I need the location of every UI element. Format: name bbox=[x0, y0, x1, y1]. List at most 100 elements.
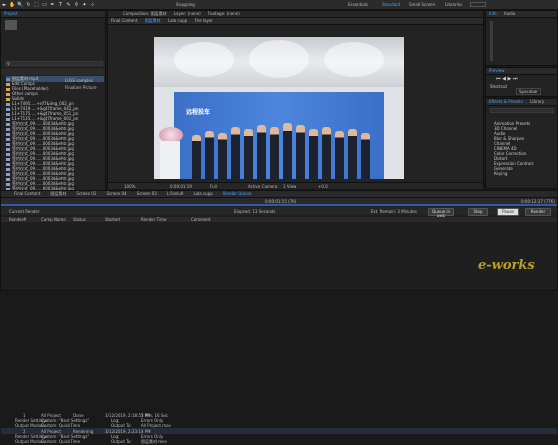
tool-3-icon[interactable]: ↻ bbox=[25, 2, 32, 8]
person bbox=[244, 129, 253, 179]
tab-comp-header-2[interactable]: Layer: (none) bbox=[174, 11, 201, 17]
tab-final-content[interactable]: Final Content bbox=[111, 18, 137, 24]
preview-tabbar: Preview bbox=[486, 68, 557, 75]
project-tabbar: Project bbox=[1, 11, 105, 18]
tab-fire-layer[interactable]: Fire layer bbox=[195, 18, 213, 24]
tool-8-icon[interactable]: ✎ bbox=[65, 2, 72, 8]
person bbox=[361, 133, 370, 179]
banner-text: 远程投车 bbox=[186, 109, 211, 116]
comp-tabbar: Final Content 图层素材 Lala cupp Fire layer bbox=[108, 18, 483, 25]
output-module-value[interactable]: Custom: QuickTime bbox=[41, 439, 80, 444]
person bbox=[335, 131, 344, 179]
playback-controls-icon[interactable]: ⏮ ◀ ▶ ⏭ bbox=[496, 76, 517, 82]
tab-main-comp[interactable]: 图层素材 bbox=[145, 18, 161, 24]
shortcut-dropdown[interactable]: Spacebar bbox=[516, 88, 541, 95]
render-progress-bar bbox=[1, 204, 557, 206]
info-panel: Info Audio bbox=[485, 10, 558, 66]
effects-category[interactable]: Keying bbox=[494, 171, 507, 176]
person bbox=[231, 127, 240, 179]
column-header[interactable]: # bbox=[23, 217, 26, 222]
thumbnail bbox=[5, 20, 17, 30]
search-help-field[interactable] bbox=[470, 2, 486, 7]
column-header[interactable]: Comp Name bbox=[41, 217, 66, 222]
tool-6-icon[interactable]: ✒ bbox=[49, 2, 56, 8]
remaining-label: Est. Remain: 3 Minutes bbox=[371, 209, 417, 214]
comp-header: Composition: 图层素材 Layer: (none) Footage:… bbox=[108, 11, 483, 18]
tool-7-icon[interactable]: T bbox=[57, 2, 64, 8]
camera-dropdown[interactable]: Active Camera bbox=[248, 183, 277, 190]
project-column-header bbox=[1, 69, 105, 75]
column-header[interactable]: Render bbox=[9, 217, 23, 222]
stop-button[interactable]: Stop bbox=[468, 208, 488, 216]
tab-comp-header-3[interactable]: Footage: (none) bbox=[208, 11, 240, 17]
tab-timeline-0[interactable]: Final Content bbox=[14, 191, 40, 197]
tab-timeline-5[interactable]: L:Fanlu9 bbox=[167, 191, 184, 197]
podium bbox=[160, 141, 180, 179]
shortcut-label: Shortcut bbox=[490, 84, 508, 89]
ceiling-drape-1 bbox=[174, 42, 234, 77]
project-mid-col: LUSS samples Finalizer Picture bbox=[57, 78, 97, 98]
timeline-tabbar: Final Content 图层素材 Screen 02 Screen 04 Scree… bbox=[1, 191, 557, 198]
ceiling-drape-2 bbox=[249, 40, 309, 78]
tab-library[interactable]: Library bbox=[530, 99, 544, 105]
tab-timeline-2[interactable]: Screen 02 bbox=[76, 191, 96, 197]
audio-meter bbox=[490, 21, 493, 61]
column-header[interactable]: Comment bbox=[191, 217, 211, 222]
person bbox=[205, 131, 214, 179]
comp-viewer-image[interactable]: 远程投车 bbox=[154, 37, 404, 179]
tab-project[interactable]: Project bbox=[4, 11, 18, 17]
top-toolbar: ► ✋ 🔍 ↻ ⬚ ▭ ✒ T ✎ ⚲ ✦ ⊹ Snapping Essentials Standar… bbox=[0, 0, 558, 10]
person bbox=[257, 125, 266, 179]
tool-1-icon[interactable]: ✋ bbox=[9, 2, 16, 8]
column-header[interactable]: Started bbox=[105, 217, 120, 222]
tab-timeline-3[interactable]: Screen 04 bbox=[107, 191, 127, 197]
watermark-logo: e-works bbox=[478, 258, 535, 273]
timecode-display[interactable]: 0:00:01:19 bbox=[170, 183, 192, 190]
person bbox=[283, 123, 292, 179]
tab-comp-header-1[interactable]: Composition: 图层素材 bbox=[123, 11, 167, 17]
tab-timeline-4[interactable]: Screen 03 bbox=[137, 191, 157, 197]
tool-0-icon[interactable]: ► bbox=[1, 2, 8, 8]
tool-11-icon[interactable]: ⊹ bbox=[89, 2, 96, 8]
column-header[interactable]: Render Time bbox=[141, 217, 166, 222]
workspace-standard[interactable]: Standard bbox=[382, 2, 400, 7]
workspace-small-screen[interactable]: Small Screen bbox=[409, 2, 435, 7]
queue-in-ame-button[interactable]: Queue in AME bbox=[428, 208, 454, 219]
person bbox=[322, 127, 331, 179]
output-to-label: Output To: bbox=[111, 439, 132, 444]
output-to-label: Output To: bbox=[111, 423, 132, 428]
tool-5-icon[interactable]: ▭ bbox=[41, 2, 48, 8]
output-module-value[interactable]: Custom: QuickTime bbox=[41, 423, 80, 428]
render-queue-panel: Final Content 图层素材 Screen 02 Screen 04 Scree… bbox=[0, 190, 558, 444]
zoom-dropdown[interactable]: 100% bbox=[124, 183, 135, 190]
output-to-value[interactable]: All Project.mov bbox=[141, 423, 171, 428]
preview-panel: Preview ⏮ ◀ ▶ ⏭ Shortcut Spacebar bbox=[485, 67, 558, 97]
effects-search-input[interactable] bbox=[490, 108, 554, 113]
tool-strip: ► ✋ 🔍 ↻ ⬚ ▭ ✒ T ✎ ⚲ ✦ ⊹ bbox=[0, 2, 96, 8]
search-input[interactable]: ⚲ bbox=[5, 61, 103, 66]
tab-effects-presets[interactable]: Effects & Presets bbox=[489, 99, 523, 105]
workspace-libraries[interactable]: Libraries bbox=[445, 2, 462, 7]
tab-lala-cupp[interactable]: Lala cupp bbox=[168, 18, 187, 24]
tool-10-icon[interactable]: ✦ bbox=[81, 2, 88, 8]
quality-dropdown[interactable]: Full bbox=[210, 183, 217, 190]
tab-timeline-7[interactable]: Render Queue bbox=[223, 191, 252, 197]
column-header[interactable]: Status bbox=[73, 217, 86, 222]
pause-button[interactable]: Pause bbox=[497, 208, 519, 216]
render-button[interactable]: Render bbox=[525, 208, 551, 216]
render-queue-columns: Render # Comp Name Status Started Render Time… bbox=[1, 217, 557, 222]
tab-audio[interactable]: Audio bbox=[504, 11, 515, 17]
workspace-essentials[interactable]: Essentials bbox=[348, 2, 368, 7]
exposure-value[interactable]: +0.0 bbox=[318, 183, 328, 190]
mid-label-1: LUSS samples bbox=[65, 78, 93, 83]
tool-9-icon[interactable]: ⚲ bbox=[73, 2, 80, 8]
view-dropdown[interactable]: 1 View bbox=[283, 183, 296, 190]
tab-timeline-1[interactable]: 图层素材 bbox=[50, 191, 66, 197]
tab-timeline-6[interactable]: Lala cupp bbox=[193, 191, 212, 197]
output-to-value[interactable]: 图层素材.mov bbox=[141, 439, 167, 445]
tool-2-icon[interactable]: 🔍 bbox=[17, 2, 24, 8]
snapping-label[interactable]: Snapping bbox=[176, 2, 195, 7]
tab-preview[interactable]: Preview bbox=[489, 68, 505, 74]
tool-4-icon[interactable]: ⬚ bbox=[33, 2, 40, 8]
tab-info[interactable]: Info bbox=[489, 11, 497, 17]
